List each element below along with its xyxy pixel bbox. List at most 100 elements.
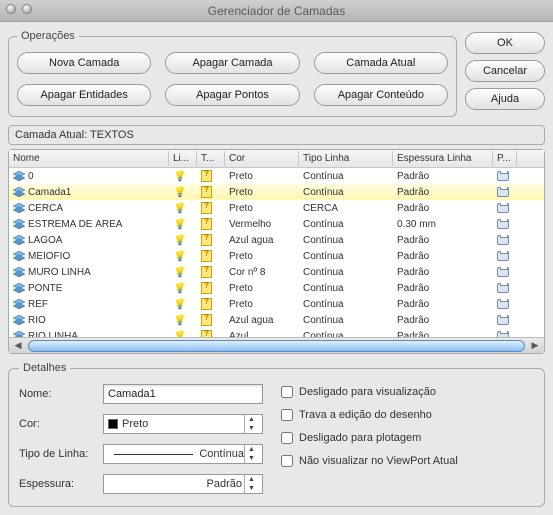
table-row[interactable]: REF💡PretoContínuaPadrão (9, 296, 544, 312)
minimize-icon[interactable] (22, 4, 32, 14)
ajuda-button[interactable]: Ajuda (465, 88, 545, 110)
col-cor[interactable]: Cor (225, 151, 299, 166)
printer-icon[interactable] (497, 283, 509, 293)
row-name: RIO (28, 315, 46, 326)
nome-label: Nome: (19, 388, 103, 400)
esp-stepper-icon[interactable]: ▲▼ (244, 475, 258, 493)
nova-camada-button[interactable]: Nova Camada (17, 52, 151, 74)
bulb-icon[interactable]: 💡 (173, 187, 187, 198)
col-tipo[interactable]: Tipo Linha (299, 151, 393, 166)
close-icon[interactable] (6, 4, 16, 14)
cor-stepper-icon[interactable]: ▲▼ (244, 415, 258, 433)
row-cor: Azul agua (225, 315, 299, 326)
trava-edicao-check[interactable]: Trava a edição do desenho (281, 409, 458, 421)
col-li[interactable]: Li... (169, 151, 197, 166)
nao-visualizar-viewport-check[interactable]: Não visualizar no ViewPort Atual (281, 455, 458, 467)
bulb-icon[interactable]: 💡 (173, 203, 187, 214)
table-row[interactable]: Camada1💡PretoContínuaPadrão (9, 184, 544, 200)
table-row[interactable]: 0💡PretoContínuaPadrão (9, 168, 544, 184)
printer-icon[interactable] (497, 171, 509, 181)
sheet-icon[interactable] (201, 202, 212, 214)
row-name: MURO LINHA (28, 267, 91, 278)
ok-button[interactable]: OK (465, 32, 545, 54)
tipo-label: Tipo de Linha: (19, 448, 103, 460)
bulb-icon[interactable]: 💡 (173, 219, 187, 230)
sheet-icon[interactable] (201, 218, 212, 230)
col-nome[interactable]: Nome (9, 151, 169, 166)
col-p[interactable]: P... (493, 151, 517, 166)
horizontal-scrollbar[interactable]: ◀ ▶ (9, 337, 544, 353)
row-esp: 0.30 mm (393, 219, 493, 230)
printer-icon[interactable] (497, 299, 509, 309)
sheet-icon[interactable] (201, 234, 212, 246)
table-row[interactable]: PONTE💡PretoContínuaPadrão (9, 280, 544, 296)
row-esp: Padrão (393, 267, 493, 278)
layer-icon (13, 315, 25, 325)
cor-select[interactable]: Preto ▲▼ (103, 414, 263, 434)
checkbox-icon[interactable] (281, 455, 293, 467)
sheet-icon[interactable] (201, 330, 212, 337)
row-cor: Preto (225, 171, 299, 182)
tipo-stepper-icon[interactable]: ▲▼ (244, 445, 258, 463)
table-row[interactable]: MURO LINHA💡Cor nº 8ContínuaPadrão (9, 264, 544, 280)
desligado-visualizacao-check[interactable]: Desligado para visualização (281, 386, 458, 398)
col-t[interactable]: T... (197, 151, 225, 166)
printer-icon[interactable] (497, 331, 509, 337)
nome-input[interactable] (103, 384, 263, 404)
table-row[interactable]: MEIOFIO💡PretoContínuaPadrão (9, 248, 544, 264)
cancelar-button[interactable]: Cancelar (465, 60, 545, 82)
sheet-icon[interactable] (201, 170, 212, 182)
table-row[interactable]: RIO LINHA💡AzulContínuaPadrão (9, 328, 544, 337)
sheet-icon[interactable] (201, 266, 212, 278)
scroll-thumb[interactable] (28, 340, 525, 352)
layer-icon (13, 203, 25, 213)
row-tipo: Contínua (299, 283, 393, 294)
printer-icon[interactable] (497, 315, 509, 325)
printer-icon[interactable] (497, 267, 509, 277)
table-row[interactable]: CERCA💡PretoCERCAPadrão (9, 200, 544, 216)
sheet-icon[interactable] (201, 282, 212, 294)
scroll-left-icon[interactable]: ◀ (12, 340, 24, 352)
printer-icon[interactable] (497, 219, 509, 229)
printer-icon[interactable] (497, 203, 509, 213)
printer-icon[interactable] (497, 187, 509, 197)
window-controls (6, 4, 32, 14)
apagar-camada-button[interactable]: Apagar Camada (165, 52, 299, 74)
row-cor: Cor nº 8 (225, 267, 299, 278)
bulb-icon[interactable]: 💡 (173, 171, 187, 182)
sheet-icon[interactable] (201, 298, 212, 310)
esp-select[interactable]: Padrão ▲▼ (103, 474, 263, 494)
row-esp: Padrão (393, 187, 493, 198)
apagar-conteudo-button[interactable]: Apagar Conteúdo (314, 84, 448, 106)
window-title: Gerenciador de Camadas (208, 4, 345, 18)
table-row[interactable]: ESTREMA DE ÁREA💡VermelhoContínua0.30 mm (9, 216, 544, 232)
sheet-icon[interactable] (201, 250, 212, 262)
bulb-icon[interactable]: 💡 (173, 283, 187, 294)
checkbox-icon[interactable] (281, 386, 293, 398)
printer-icon[interactable] (497, 251, 509, 261)
apagar-pontos-button[interactable]: Apagar Pontos (165, 84, 299, 106)
sheet-icon[interactable] (201, 186, 212, 198)
apagar-entidades-button[interactable]: Apagar Entidades (17, 84, 151, 106)
camada-atual-button[interactable]: Camada Atual (314, 52, 448, 74)
tipo-select[interactable]: Contínua ▲▼ (103, 444, 263, 464)
table-row[interactable]: LAGOA💡Azul aguaContínuaPadrão (9, 232, 544, 248)
sheet-icon[interactable] (201, 314, 212, 326)
row-esp: Padrão (393, 235, 493, 246)
col-esp[interactable]: Espessura Linha (393, 151, 493, 166)
printer-icon[interactable] (497, 235, 509, 245)
scroll-right-icon[interactable]: ▶ (529, 340, 541, 352)
layer-icon (13, 219, 25, 229)
row-cor: Azul agua (225, 235, 299, 246)
bulb-icon[interactable]: 💡 (173, 299, 187, 310)
row-tipo: Contínua (299, 299, 393, 310)
bulb-icon[interactable]: 💡 (173, 251, 187, 262)
table-row[interactable]: RIO💡Azul aguaContínuaPadrão (9, 312, 544, 328)
desligado-plotagem-check[interactable]: Desligado para plotagem (281, 432, 458, 444)
checkbox-icon[interactable] (281, 432, 293, 444)
row-tipo: CERCA (299, 203, 393, 214)
bulb-icon[interactable]: 💡 (173, 235, 187, 246)
checkbox-icon[interactable] (281, 409, 293, 421)
bulb-icon[interactable]: 💡 (173, 315, 187, 326)
bulb-icon[interactable]: 💡 (173, 267, 187, 278)
